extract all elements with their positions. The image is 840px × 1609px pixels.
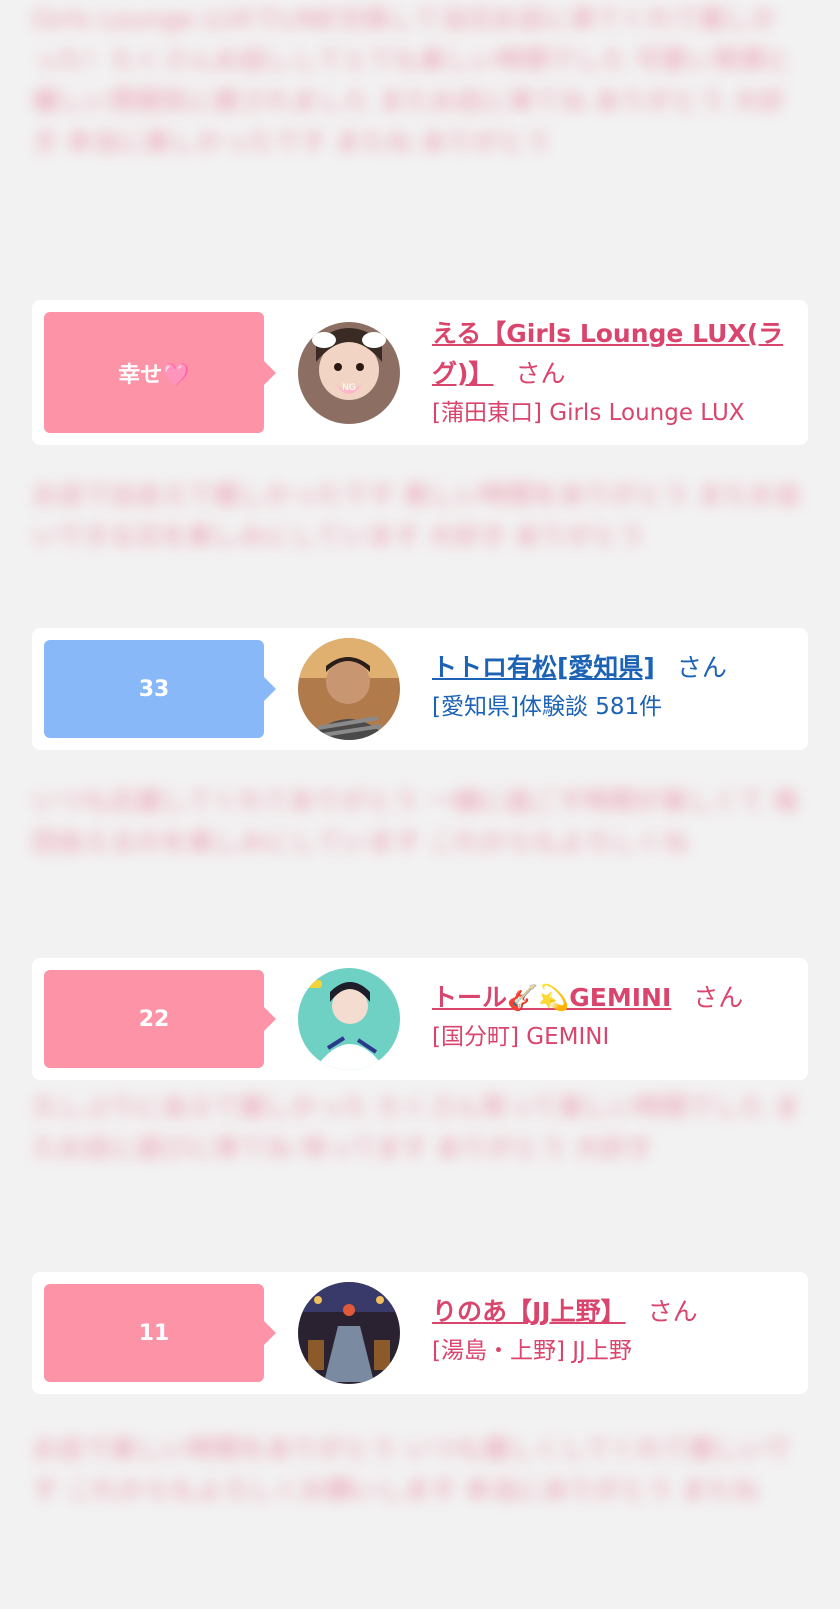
reaction-tag: 33 [44,640,276,738]
blurred-post-text: いつも応援してくれてありがとう 一緒に過ごす時間が楽しくて 毎回会えるのを楽しみ… [32,787,799,858]
avatar[interactable] [298,1282,400,1384]
honorific: さん [515,359,566,388]
user-name-link[interactable]: トトロ有松[愛知県] [432,653,655,682]
user-name-link[interactable]: りのあ【JJ上野】 [432,1297,626,1326]
blurred-post-text: お店で出会えて嬉しかったです 楽しい時間をありがとう またお会いできる日を楽しみ… [32,481,802,552]
illustration-avatar-icon [298,968,400,1070]
blurred-post-text: 久しぶりに会えて嬉しかった たくさん笑って楽しい時間でした またお店に遊びに来て… [32,1093,800,1164]
honorific: さん [647,1297,698,1326]
reaction-tag: 11 [44,1284,276,1382]
blurred-post-text: お店で楽しい時間をありがとう いつも優しくしてくれて嬉しいです これからもよろし… [32,1435,792,1506]
user-card[interactable]: 幸せ🩷 NG える【Girls Lounge LUX(ラグ)】 さん [蒲田東口]… [32,300,808,445]
man-photo-avatar-icon [298,638,400,740]
shop-detail: [湯島・上野] JJ上野 [432,1338,632,1364]
reaction-tag: 22 [44,970,276,1068]
user-card[interactable]: 22 トール🎸💫GEMINI さん [国分町] GEMINI [32,958,808,1080]
user-name-link[interactable]: トール🎸💫GEMINI [432,983,671,1012]
shop-detail: [国分町] GEMINI [432,1024,610,1050]
avatar[interactable] [298,638,400,740]
venue-photo-avatar-icon [298,1282,400,1384]
user-card[interactable]: 33 トトロ有松[愛知県] さん [愛知県]体験談 581件 [32,628,808,750]
user-card[interactable]: 11 りのあ【JJ上野】 さん [湯島・上野] JJ上野 [32,1272,808,1394]
avatar[interactable] [298,968,400,1070]
avatar[interactable]: NG [298,322,400,424]
honorific: さん [693,983,744,1012]
svg-text:NG: NG [342,383,356,393]
girl-photo-avatar-icon: NG [298,322,400,424]
reaction-tag: 幸せ🩷 [44,312,276,433]
shop-detail: [愛知県]体験談 581件 [432,694,663,720]
user-name-link[interactable]: える【Girls Lounge LUX(ラグ)】 [432,319,783,388]
honorific: さん [676,653,727,682]
blurred-post-text: Girls Lounge LUXでLINE交換して当日お店に来てくれて嬉しかった… [32,5,792,158]
shop-detail: [蒲田東口] Girls Lounge LUX [432,400,745,426]
